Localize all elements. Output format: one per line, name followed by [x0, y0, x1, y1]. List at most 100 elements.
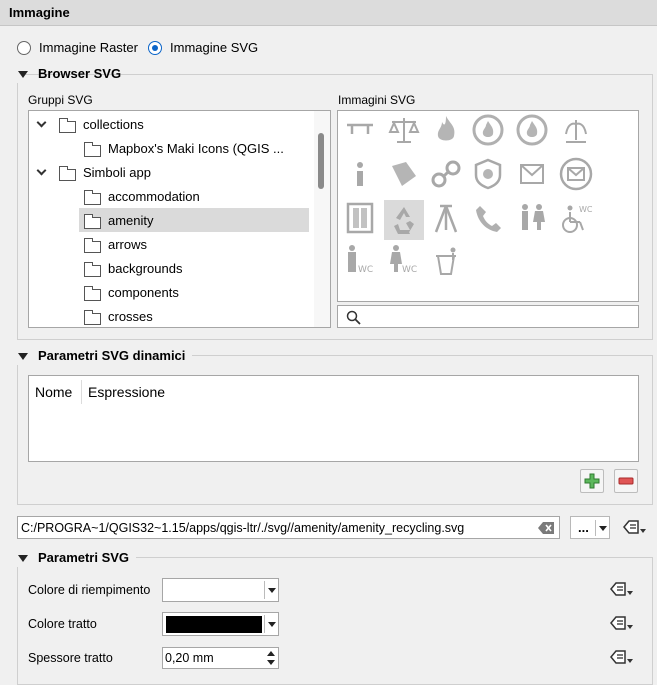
toilets-icon[interactable] — [514, 200, 550, 236]
tree-item-label: Simboli app — [83, 165, 151, 180]
chevron-down-icon[interactable] — [36, 165, 47, 176]
svg-images-grid[interactable]: WC WC WC — [337, 110, 639, 302]
tree-item-accommodation[interactable]: accommodation — [29, 186, 314, 210]
data-defined-override-icon[interactable] — [623, 518, 649, 536]
browser-svg-header[interactable]: Browser SVG — [12, 65, 121, 83]
dynamic-params-title: Parametri SVG dinamici — [38, 348, 186, 363]
fill-color-button[interactable] — [162, 578, 279, 602]
tree-item-collections[interactable]: collections — [29, 114, 314, 138]
panel-title: Immagine — [9, 5, 70, 20]
search-icon — [346, 310, 361, 325]
spin-down-button[interactable] — [265, 659, 277, 667]
tree-item-simboli-app[interactable]: Simboli app — [29, 162, 314, 186]
fire-station-icon[interactable] — [470, 112, 506, 148]
post-office-icon[interactable] — [558, 156, 594, 192]
fire-icon[interactable] — [428, 112, 464, 148]
tree-item-label: crosses — [108, 309, 153, 324]
plus-icon — [584, 473, 600, 489]
folder-icon — [84, 286, 101, 301]
waste-basket-icon[interactable] — [428, 242, 464, 278]
collapse-triangle-icon[interactable] — [18, 353, 28, 360]
chevron-down-icon[interactable] — [36, 117, 47, 128]
tree-scrollbar-thumb[interactable] — [318, 133, 324, 189]
tree-item-amenity[interactable]: amenity — [29, 210, 314, 234]
collapse-triangle-icon[interactable] — [18, 555, 28, 562]
clear-icon[interactable] — [538, 522, 554, 534]
tree-item-components[interactable]: components — [29, 282, 314, 306]
spin-up-button[interactable] — [265, 650, 277, 658]
recycling-icon[interactable] — [386, 202, 422, 238]
folder-icon — [84, 310, 101, 325]
phone-booth-icon[interactable] — [342, 200, 378, 236]
svg-path-field[interactable]: C:/PROGRA~1/QGIS32~1.15/apps/qgis-ltr/./… — [17, 516, 560, 539]
wheelchair-wc-icon[interactable]: WC — [558, 200, 594, 236]
fill-override-icon[interactable] — [610, 580, 636, 598]
svg-text:WC: WC — [358, 265, 373, 275]
post-box-icon[interactable] — [514, 156, 550, 192]
scales-icon[interactable] — [386, 112, 422, 148]
chevron-down-icon[interactable] — [599, 526, 607, 531]
svg-groups-tree[interactable]: collections Mapbox's Maki Icons (QGIS ..… — [28, 110, 331, 328]
information-icon[interactable] — [342, 156, 378, 192]
tree-item-backgrounds[interactable]: backgrounds — [29, 258, 314, 282]
raster-radio-label: Immagine Raster — [39, 40, 138, 55]
svg-groups-label: Gruppi SVG — [28, 93, 93, 107]
folder-icon — [84, 238, 101, 253]
tree-item-label: amenity — [108, 213, 154, 228]
handcuffs-icon[interactable] — [428, 156, 464, 192]
tree-item-label: arrows — [108, 237, 148, 252]
dynamic-params-header[interactable]: Parametri SVG dinamici — [12, 347, 192, 365]
tree-item-label: backgrounds — [108, 261, 183, 276]
tree-item-label: collections — [83, 117, 144, 132]
browser-svg-title: Browser SVG — [38, 66, 122, 81]
stroke-color-button[interactable] — [162, 612, 279, 636]
tree-item-label: accommodation — [108, 189, 200, 204]
tree-item-crosses[interactable]: crosses — [29, 306, 314, 327]
svg-params-header[interactable]: Parametri SVG — [12, 549, 136, 567]
tree-item-arrows[interactable]: arrows — [29, 234, 314, 258]
telephone-icon[interactable] — [470, 200, 506, 236]
browse-divider — [595, 520, 596, 536]
fountain-icon[interactable] — [558, 112, 594, 148]
toilet-men-icon[interactable]: WC — [342, 242, 378, 278]
svg-search-input[interactable] — [366, 308, 635, 327]
svg-params-group — [17, 557, 653, 685]
survey-point-icon[interactable] — [428, 200, 464, 236]
svg-text:WC: WC — [402, 265, 417, 275]
chevron-down-icon[interactable] — [268, 622, 276, 627]
dynamic-params-table[interactable]: Nome Espressione — [28, 375, 639, 462]
folder-icon — [59, 118, 76, 133]
folder-icon — [84, 214, 101, 229]
tree-item-maki[interactable]: Mapbox's Maki Icons (QGIS ... — [29, 138, 314, 162]
remove-parameter-button[interactable] — [614, 469, 638, 493]
fill-color-swatch — [165, 581, 262, 599]
svg-path-value: C:/PROGRA~1/QGIS32~1.15/apps/qgis-ltr/./… — [21, 521, 465, 535]
svg-search-box[interactable] — [337, 305, 639, 328]
chevron-up-icon — [267, 651, 275, 656]
browse-button[interactable]: ... — [570, 516, 610, 539]
stroke-width-value: 0,20 mm — [165, 651, 214, 665]
fire-station-2-icon[interactable] — [514, 112, 550, 148]
chevron-down-icon[interactable] — [268, 588, 276, 593]
collapse-triangle-icon[interactable] — [18, 71, 28, 78]
folder-icon — [59, 166, 76, 181]
police-icon[interactable] — [470, 156, 506, 192]
tree-scrollbar[interactable] — [314, 111, 330, 327]
stroke-color-label: Colore tratto — [28, 617, 97, 631]
width-override-icon[interactable] — [610, 648, 636, 666]
column-header-espressione[interactable]: Espressione — [88, 384, 165, 400]
raster-radio-circle[interactable] — [17, 41, 31, 55]
stroke-override-icon[interactable] — [610, 614, 636, 632]
toilet-women-icon[interactable]: WC — [386, 242, 422, 278]
stroke-width-spinbox[interactable]: 0,20 mm — [162, 647, 279, 669]
column-header-nome[interactable]: Nome — [35, 384, 72, 400]
panel-header: Immagine — [0, 0, 657, 26]
stroke-width-label: Spessore tratto — [28, 651, 113, 665]
stroke-color-swatch — [166, 616, 262, 633]
fill-color-divider — [264, 581, 265, 599]
chevron-down-icon — [267, 660, 275, 665]
svg-radio-circle[interactable] — [148, 41, 162, 55]
add-parameter-button[interactable] — [580, 469, 604, 493]
bench-icon[interactable] — [342, 112, 378, 148]
library-icon[interactable] — [386, 156, 422, 192]
